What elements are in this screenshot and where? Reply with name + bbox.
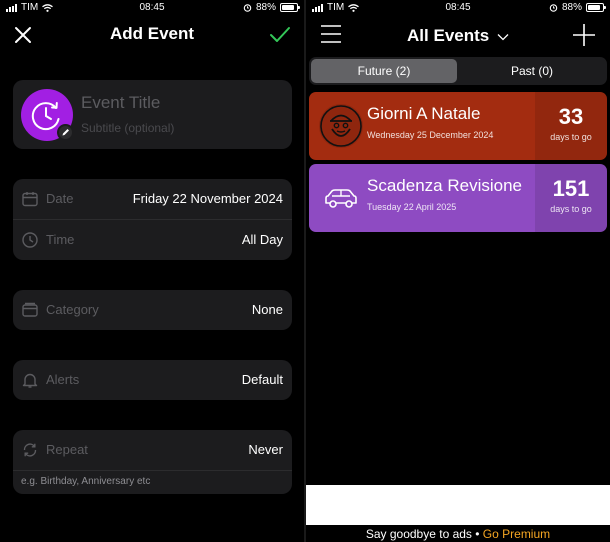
alerts-value: Default bbox=[241, 372, 283, 387]
all-events-screen: TIM 08:45 88% All Events Future (2) Past… bbox=[306, 0, 610, 542]
repeat-row[interactable]: Repeat Never bbox=[13, 430, 292, 470]
category-label: Category bbox=[46, 302, 99, 317]
tab-future[interactable]: Future (2) bbox=[311, 59, 457, 83]
event-title-input[interactable] bbox=[81, 92, 281, 114]
countdown-number: 151 bbox=[552, 176, 590, 201]
countdown-number: 33 bbox=[558, 104, 584, 129]
countdown-unit: days to go bbox=[550, 132, 592, 142]
alarm-icon bbox=[549, 4, 558, 12]
date-time-card: Date Friday 22 November 2024 Time All Da… bbox=[13, 179, 292, 260]
repeat-value: Never bbox=[248, 442, 283, 457]
bell-icon bbox=[22, 373, 38, 388]
category-card: Category None bbox=[13, 290, 292, 330]
event-card-giorni-a-natale[interactable]: Giorni A Natale Wednesday 25 December 20… bbox=[309, 92, 607, 160]
time-value: All Day bbox=[241, 232, 283, 247]
divider bbox=[13, 470, 292, 471]
page-title: Add Event bbox=[109, 24, 195, 43]
category-row[interactable]: Category None bbox=[13, 290, 292, 330]
nav-bar: Add Event bbox=[0, 18, 304, 52]
event-subtitle-input[interactable] bbox=[81, 120, 281, 136]
event-date: Wednesday 25 December 2024 bbox=[367, 130, 494, 140]
time-label: Time bbox=[46, 232, 75, 247]
pencil-icon[interactable] bbox=[57, 124, 74, 141]
add-event-screen: TIM 08:45 88% Add Event Date Friday 22 N… bbox=[0, 0, 304, 542]
ad-banner[interactable] bbox=[306, 485, 610, 525]
battery-percent: 88% bbox=[561, 2, 582, 13]
plus-icon[interactable] bbox=[572, 23, 596, 47]
battery-percent: 88% bbox=[255, 2, 276, 13]
santa-icon bbox=[319, 104, 363, 148]
checkmark-icon[interactable] bbox=[268, 24, 292, 46]
countdown: 151 days to go bbox=[535, 164, 607, 232]
repeat-label: Repeat bbox=[46, 442, 88, 457]
alerts-row[interactable]: Alerts Default bbox=[13, 360, 292, 400]
page-title-text: All Events bbox=[407, 26, 490, 45]
time-row[interactable]: Time All Day bbox=[13, 220, 292, 260]
status-bar: TIM 08:45 88% bbox=[306, 0, 610, 16]
page-title[interactable]: All Events bbox=[306, 26, 610, 46]
alarm-icon bbox=[243, 4, 252, 12]
category-value: None bbox=[251, 302, 283, 317]
ad-caption-text: Say goodbye to ads • bbox=[365, 527, 483, 541]
event-title-card bbox=[13, 80, 292, 149]
battery-icon bbox=[586, 3, 606, 12]
event-card-scadenza-revisione[interactable]: Scadenza Revisione Tuesday 22 April 2025… bbox=[309, 164, 607, 232]
alerts-card: Alerts Default bbox=[13, 360, 292, 400]
car-icon bbox=[319, 176, 363, 220]
event-date: Tuesday 22 April 2025 bbox=[367, 202, 457, 212]
date-row[interactable]: Date Friday 22 November 2024 bbox=[13, 179, 292, 219]
status-bar: TIM 08:45 88% bbox=[0, 0, 304, 16]
repeat-icon bbox=[23, 443, 37, 457]
go-premium-link[interactable]: Go Premium bbox=[483, 527, 550, 541]
category-icon bbox=[22, 302, 38, 317]
alerts-label: Alerts bbox=[46, 372, 80, 387]
clock-icon bbox=[22, 232, 38, 248]
countdown: 33 days to go bbox=[535, 92, 607, 160]
battery-icon bbox=[280, 3, 300, 12]
event-title: Giorni A Natale bbox=[367, 104, 481, 123]
chevron-down-icon bbox=[497, 33, 509, 40]
event-title: Scadenza Revisione bbox=[367, 176, 522, 195]
segmented-control: Future (2) Past (0) bbox=[309, 57, 607, 85]
calendar-icon bbox=[22, 192, 38, 207]
countdown-unit: days to go bbox=[550, 204, 592, 214]
date-value: Friday 22 November 2024 bbox=[132, 191, 283, 206]
repeat-hint: e.g. Birthday, Anniversary etc bbox=[21, 476, 151, 487]
tab-past[interactable]: Past (0) bbox=[459, 59, 605, 83]
repeat-card: Repeat Never e.g. Birthday, Anniversary … bbox=[13, 430, 292, 494]
date-label: Date bbox=[46, 191, 74, 206]
ad-caption: Say goodbye to ads • Go Premium bbox=[306, 527, 610, 541]
nav-bar: All Events bbox=[306, 18, 610, 54]
